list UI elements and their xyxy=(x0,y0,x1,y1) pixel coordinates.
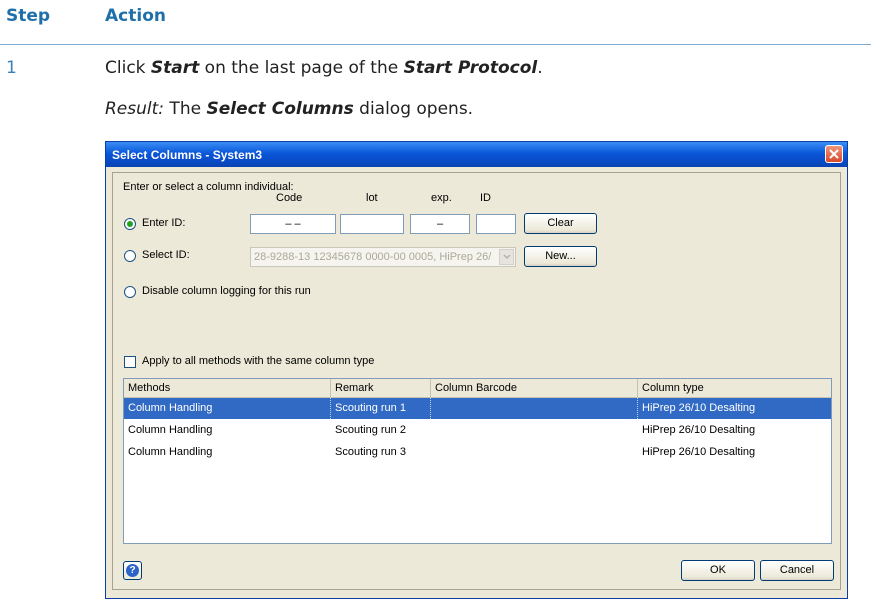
cell-remark: Scouting run 1 xyxy=(331,398,431,419)
cell-method: Column Handling xyxy=(128,446,213,458)
select-id-label: Select ID: xyxy=(142,249,190,261)
ok-button[interactable]: OK xyxy=(681,560,755,581)
instruction-text: Click Start on the last page of the Star… xyxy=(105,58,543,78)
result-text: Result: The Select Columns dialog opens. xyxy=(105,99,474,119)
close-button[interactable] xyxy=(825,145,843,163)
select-id-dropdown[interactable]: 28-9288-13 12345678 0000-00 0005, HiPrep… xyxy=(250,247,516,267)
radio-selected-dot xyxy=(127,221,133,227)
cancel-button[interactable]: Cancel xyxy=(760,560,834,581)
cell-column-type: HiPrep 26/10 Desalting xyxy=(642,446,756,458)
enter-id-label: Enter ID: xyxy=(142,217,186,229)
header-remark[interactable]: Remark xyxy=(331,379,431,397)
header-column-type[interactable]: Column type xyxy=(638,379,831,397)
step-number: 1 xyxy=(6,58,17,78)
cell-remark: Scouting run 2 xyxy=(335,424,406,436)
start-protocol-emphasis: Start Protocol xyxy=(403,58,538,78)
disable-logging-radio[interactable] xyxy=(124,286,136,298)
lot-column-label: lot xyxy=(366,192,378,204)
header-column-barcode[interactable]: Column Barcode xyxy=(431,379,638,397)
id-column-label: ID xyxy=(480,192,491,204)
enter-id-radio[interactable] xyxy=(124,218,136,230)
cell-barcode[interactable] xyxy=(431,398,638,419)
new-button[interactable]: New... xyxy=(524,246,597,267)
select-columns-dialog: Select Columns - System3 Enter or select… xyxy=(105,141,848,599)
table-row[interactable]: Column Handling Scouting run 1 HiPrep 26… xyxy=(124,398,831,419)
table-row[interactable]: Column Handling Scouting run 2 HiPrep 26… xyxy=(124,420,831,441)
step-column-header: Step xyxy=(6,6,51,26)
code-column-label: Code xyxy=(276,192,303,204)
cell-remark: Scouting run 3 xyxy=(335,446,406,458)
id-input[interactable] xyxy=(476,214,516,234)
cell-barcode[interactable] xyxy=(431,420,638,441)
close-icon xyxy=(829,149,839,159)
code-input[interactable]: – – xyxy=(250,214,336,234)
cell-method: Column Handling xyxy=(128,424,213,436)
table-row[interactable]: Column Handling Scouting run 3 HiPrep 26… xyxy=(124,442,831,463)
cell-method: Column Handling xyxy=(124,398,331,419)
header-methods[interactable]: Methods xyxy=(124,379,331,397)
chevron-down-icon xyxy=(503,254,511,260)
select-id-radio[interactable] xyxy=(124,250,136,262)
dialog-title: Select Columns - System3 xyxy=(112,148,263,162)
exp-input[interactable]: – xyxy=(410,214,470,234)
help-icon: ? xyxy=(126,564,139,577)
clear-button[interactable]: Clear xyxy=(524,213,597,234)
help-button[interactable]: ? xyxy=(123,561,142,580)
dropdown-button[interactable] xyxy=(499,249,514,265)
column-prompt: Enter or select a column individual: xyxy=(123,181,294,193)
cell-column-type: HiPrep 26/10 Desalting xyxy=(642,402,756,414)
apply-all-checkbox[interactable] xyxy=(124,356,136,368)
select-id-value: 28-9288-13 12345678 0000-00 0005, HiPrep… xyxy=(254,251,492,263)
start-emphasis: Start xyxy=(150,58,200,78)
apply-all-label: Apply to all methods with the same colum… xyxy=(142,355,375,367)
action-column-header: Action xyxy=(105,6,166,26)
header-divider xyxy=(0,44,871,45)
methods-table: Methods Remark Column Barcode Column typ… xyxy=(123,378,832,544)
dialog-titlebar: Select Columns - System3 xyxy=(106,142,847,167)
result-label: Result: xyxy=(105,99,165,119)
disable-logging-label: Disable column logging for this run xyxy=(142,285,311,297)
dialog-panel: Enter or select a column individual: Cod… xyxy=(112,172,841,590)
cell-barcode[interactable] xyxy=(431,442,638,463)
exp-column-label: exp. xyxy=(431,192,452,204)
table-header: Methods Remark Column Barcode Column typ… xyxy=(124,379,831,398)
dialog-name-emphasis: Select Columns xyxy=(206,99,354,119)
cell-column-type: HiPrep 26/10 Desalting xyxy=(642,424,756,436)
lot-input[interactable] xyxy=(340,214,404,234)
